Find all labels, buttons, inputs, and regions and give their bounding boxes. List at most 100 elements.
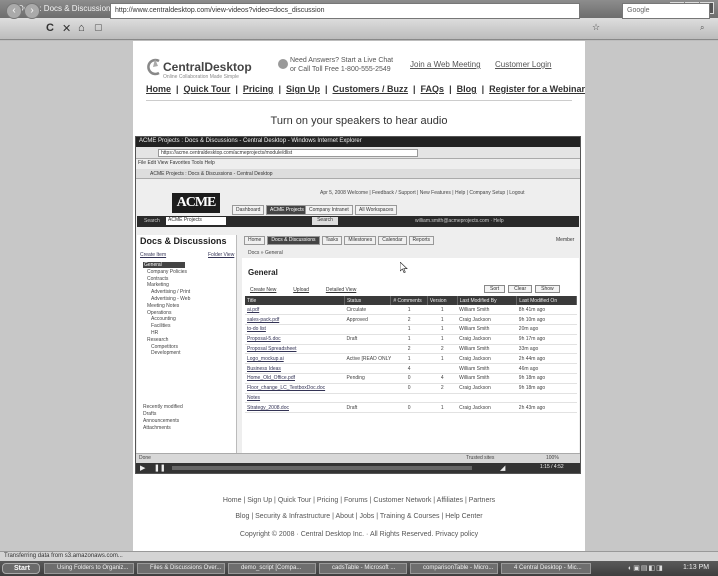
member-link: Member	[556, 237, 575, 243]
cell-modified-by: Craig Jackson	[457, 353, 517, 365]
video-progress-bar[interactable]	[172, 466, 472, 470]
live-chat-promo[interactable]: Need Answers? Start a Live Chat	[290, 57, 393, 64]
tab-milestones: Milestones	[344, 236, 377, 245]
cell-status: Circulate	[344, 305, 391, 316]
audio-notice: Turn on your speakers to hear audio	[270, 115, 448, 127]
table-header-row: Title Status # Comments Version Last Mod…	[245, 296, 577, 305]
col-status: Status	[344, 296, 392, 305]
sidebar-create-item: Create Item	[140, 252, 167, 258]
chat-icon	[278, 59, 288, 69]
centraldesktop-logo-icon	[147, 58, 160, 76]
cell-status	[344, 344, 391, 355]
volume-icon[interactable]: ◢	[500, 464, 505, 472]
cell-comments: 1	[390, 353, 428, 365]
taskbar-item[interactable]: 4 Central Desktop - Mic...	[501, 563, 591, 574]
pause-icon[interactable]: ❚❚	[154, 464, 166, 472]
cell-modified-on: 20m ago	[516, 324, 577, 335]
folder-research: Research	[147, 336, 169, 343]
home-icon[interactable]: ⌂	[78, 22, 85, 34]
cell-modified-on: 8h 41m ago	[516, 305, 577, 316]
nav-home[interactable]: Home	[146, 84, 171, 94]
play-icon[interactable]: ▶	[140, 464, 145, 472]
recently-modified-link: Recently modified	[143, 404, 183, 410]
browser-navigation-bar	[0, 18, 718, 40]
cell-status	[344, 383, 391, 394]
cell-modified-on: 9h 10m ago	[516, 314, 577, 326]
show-button: Show	[535, 285, 560, 293]
video-time: 1:15 / 4:52	[540, 464, 564, 470]
sidebar-folder-view: Folder View	[208, 252, 235, 258]
folder-competitors: Competitors	[151, 343, 178, 350]
taskbar-item[interactable]: Files & Discussions Over...	[137, 563, 225, 574]
video-status-bar: Done Trusted sites 100%	[136, 453, 580, 463]
nav-sign-up[interactable]: Sign Up	[286, 84, 320, 94]
cell-version: 1	[427, 314, 458, 326]
search-icon[interactable]: ⌕	[700, 23, 704, 33]
cell-status	[344, 393, 391, 404]
video-menu-bar: File Edit View Favorites Tools Help	[138, 160, 215, 166]
top-tab-company-intranet: Company Intranet	[305, 205, 353, 215]
cell-status: Pending	[344, 373, 391, 384]
cell-title: Logo_mockup.ai	[245, 353, 345, 365]
start-button[interactable]: Start	[2, 563, 40, 574]
video-breadcrumb: Docs » General	[248, 250, 283, 256]
taskbar-item[interactable]: comparisonTable - Micro...	[410, 563, 498, 574]
star-icon[interactable]: ☆	[592, 22, 600, 33]
browser-status-text: Transferring data from s3.amazonaws.com.…	[4, 553, 123, 559]
browser-search-input[interactable]: Google	[622, 3, 710, 19]
nav-pricing[interactable]: Pricing	[243, 84, 274, 94]
folder-title: General	[248, 268, 278, 277]
join-web-meeting-link[interactable]: Join a Web Meeting	[410, 60, 481, 69]
refresh-icon[interactable]: C	[46, 22, 54, 34]
table-row: Floor_change_LC_TextboxDoc.doc 0 2 Craig Ja…	[245, 383, 577, 394]
back-button[interactable]: ‹	[6, 3, 22, 19]
cell-modified-by: William Smith	[457, 344, 517, 355]
cell-comments: 4	[390, 363, 428, 375]
video-window-title: ACME Projects : Docs & Discussions - Cen…	[136, 137, 580, 147]
nav-blog[interactable]: Blog	[457, 84, 477, 94]
cell-modified-on: 2h 43m ago	[516, 402, 577, 414]
taskbar-item[interactable]: cadsTable - Microsoft ...	[319, 563, 407, 574]
cell-version: 1	[427, 334, 458, 345]
nav-faqs[interactable]: FAQs	[421, 84, 445, 94]
video-user-info: william.smith@acmeprojects.com · Help	[415, 218, 504, 224]
cell-modified-on: 9h 18m ago	[516, 373, 577, 384]
site-logo[interactable]: CentralDesktop	[163, 60, 252, 74]
video-top-links: Apr 5, 2008 Welcome | Feedback / Support…	[320, 190, 525, 196]
table-row: Strategy_2008.doc Draft 0 1 Craig Jackson 2h …	[245, 402, 577, 414]
stop-icon[interactable]: ✕	[62, 22, 71, 35]
nav-quick-tour[interactable]: Quick Tour	[184, 84, 231, 94]
col-title: Title	[245, 296, 345, 305]
cell-title: Home_Old_Office.pdf	[245, 373, 345, 384]
cell-comments: 0	[390, 383, 428, 394]
cell-version: 1	[427, 353, 458, 365]
cell-status	[344, 363, 391, 375]
cell-status: Active [READ ONLY]	[344, 353, 391, 365]
cell-comments	[390, 393, 428, 404]
cell-modified-on: 2h 44m ago	[516, 353, 577, 365]
folder-advertising-web: Advertising - Web	[151, 295, 191, 302]
cell-modified-on: 33m ago	[516, 344, 577, 355]
folder-hr: HR	[151, 329, 159, 336]
nav-register-webinar[interactable]: Register for a Webinar	[489, 84, 585, 94]
cell-title: Proposal Spreadsheet	[245, 344, 345, 355]
footer-links-primary[interactable]: Home | Sign Up | Quick Tour | Pricing | …	[133, 497, 585, 504]
address-bar[interactable]: http://www.centraldesktop.com/view-video…	[110, 3, 580, 19]
col-modified-on: Last Modified On	[516, 296, 577, 305]
table-row: Business Ideas 4 William Smith 46m ago	[245, 363, 577, 375]
header-divider	[146, 100, 572, 101]
nav-customers-buzz[interactable]: Customers / Buzz	[333, 84, 409, 94]
customer-login-link[interactable]: Customer Login	[495, 60, 551, 69]
drafts-link: Drafts	[143, 411, 157, 417]
forward-button[interactable]: ›	[24, 3, 40, 19]
content-tabs: Home Docs & Discussions Tasks Milestones…	[244, 236, 435, 245]
cell-comments: 1	[390, 305, 428, 316]
taskbar-item[interactable]: demo_script [Compa...	[228, 563, 316, 574]
video-tab-title: ACME Projects : Docs & Discussions - Cen…	[150, 171, 273, 177]
tab-reports: Reports	[408, 236, 435, 245]
cell-modified-by: Craig Jackson	[457, 334, 517, 345]
folder-development: Development	[151, 350, 181, 357]
footer-links-secondary[interactable]: Blog | Security & Infrastructure | About…	[133, 513, 585, 520]
taskbar-item[interactable]: Using Folders to Organiz...	[44, 563, 134, 574]
system-tray-icons[interactable]: ◐▣▤◧◨	[628, 564, 664, 572]
